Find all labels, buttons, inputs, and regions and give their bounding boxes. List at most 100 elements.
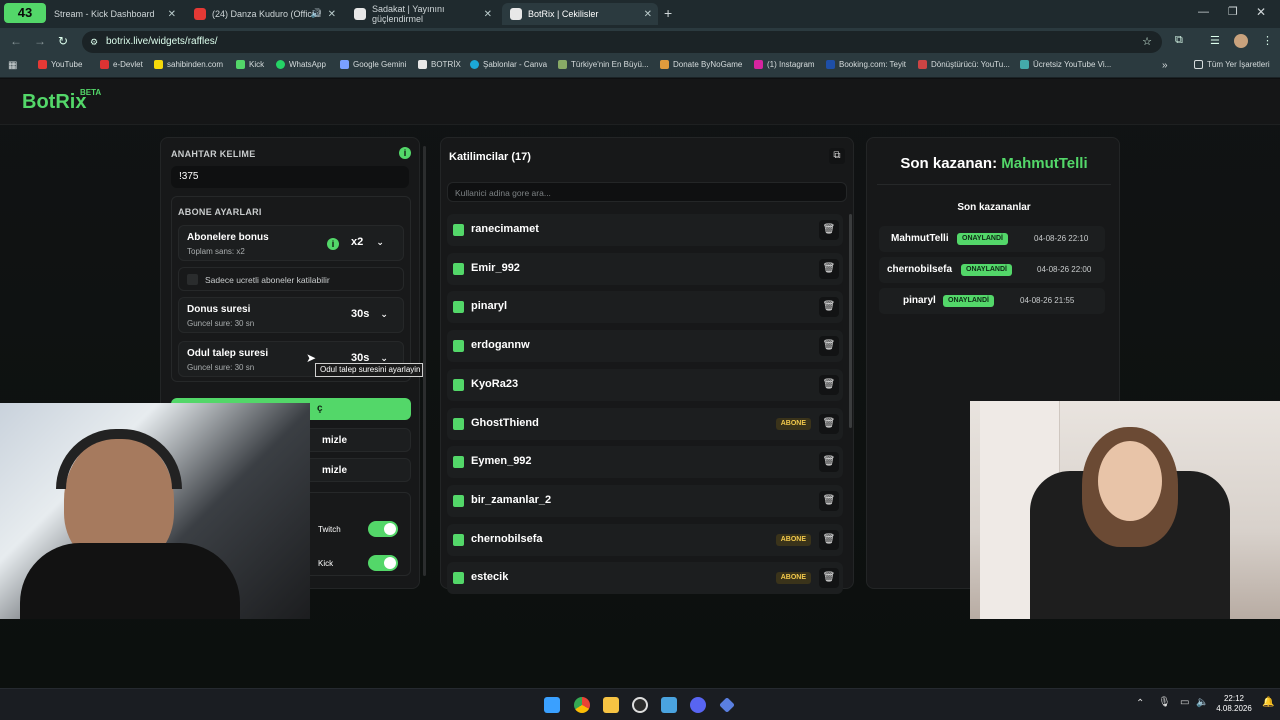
kick-icon [453, 417, 464, 430]
tab-youtube[interactable]: (24) Danza Kuduro (Official 🔊 ✕ [186, 3, 342, 25]
bookmark-whatsapp[interactable]: WhatsApp [276, 60, 326, 69]
botrix-app: BotRix BETA ANAHTAR KELIME i !375 ABONE … [0, 79, 1280, 688]
extensions-icon[interactable]: ⧉ [1175, 34, 1183, 47]
close-window-button[interactable]: ✕ [1256, 5, 1266, 19]
discord-icon[interactable] [690, 697, 706, 713]
webcam-overlay-right [970, 401, 1280, 619]
bookmark-edevlet[interactable]: e-Devlet [100, 60, 143, 69]
claim-time-title: Odul talep suresi [187, 348, 269, 359]
instagram-icon [754, 60, 763, 69]
bookmark-donusturucu[interactable]: Dönüştürücü: YouTu... [918, 60, 1010, 69]
bookmark-sahibinden[interactable]: sahibinden.com [154, 60, 223, 69]
app-icon[interactable] [661, 697, 677, 713]
keyword-input[interactable]: !375 [171, 166, 409, 188]
app-icon[interactable] [719, 697, 735, 713]
windows-start-icon[interactable] [544, 697, 560, 713]
site-info-icon[interactable]: ⚙ [90, 31, 98, 53]
network-icon[interactable]: ▭ [1180, 697, 1189, 708]
bonus-time-select[interactable]: 30s ⌄ [351, 308, 388, 320]
participant-name: ranecimamet [471, 223, 539, 235]
bookmark-youtube[interactable]: YouTube [38, 60, 82, 69]
trash-icon[interactable]: 🗑 [819, 568, 839, 589]
obs-icon[interactable] [632, 697, 648, 713]
close-icon[interactable]: ✕ [644, 9, 652, 20]
botrix-logo[interactable]: BotRix [22, 91, 86, 114]
winner-row: MahmutTelli ONAYLANDİ 04-08-26 22:10 [879, 226, 1105, 252]
microphone-icon[interactable]: 🎙 [1158, 697, 1171, 708]
clock[interactable]: 22:12 4.08.2026 [1214, 694, 1254, 714]
forward-icon[interactable]: → [34, 34, 46, 48]
trash-icon[interactable]: 🗑 [819, 452, 839, 473]
chevron-up-icon[interactable]: ⌃ [1136, 698, 1144, 709]
trash-icon[interactable]: 🗑 [819, 529, 839, 550]
trash-icon[interactable]: 🗑 [819, 336, 839, 357]
last-winner-heading: Son kazanan: MahmutTelli [900, 155, 1088, 172]
bookmark-instagram[interactable]: (1) Instagram [754, 60, 815, 69]
apps-icon[interactable]: ▦ [8, 60, 17, 71]
bookmark-turkiye[interactable]: Türkiye'nin En Büyü... [558, 60, 649, 69]
notification-icon[interactable]: 🔔 [1262, 697, 1274, 708]
bookmark-kick[interactable]: Kick [236, 60, 264, 69]
more-bookmarks-icon[interactable]: » [1162, 60, 1168, 71]
settings-scrollbar[interactable] [423, 146, 426, 576]
maximize-button[interactable]: ❐ [1228, 5, 1238, 18]
bookmark-canva[interactable]: Şablonlar - Canva [470, 60, 547, 69]
tab-botrix-cekilisler[interactable]: BotRix | Cekilisler ✕ [502, 3, 658, 25]
new-tab-button[interactable]: + [664, 5, 672, 21]
participant-name: chernobilsefa [471, 532, 543, 545]
only-paid-row[interactable]: Sadece ucretli aboneler katilabilir [178, 267, 404, 291]
reload-icon[interactable]: ↻ [58, 34, 68, 48]
only-paid-checkbox[interactable] [187, 274, 198, 285]
minimize-button[interactable]: — [1198, 6, 1209, 18]
kick-icon [236, 60, 245, 69]
trash-icon[interactable]: 🗑 [819, 297, 839, 318]
file-explorer-icon[interactable] [603, 697, 619, 713]
tab-kick-dashboard[interactable]: Stream - Kick Dashboard ✕ [46, 3, 182, 25]
bookmark-booking[interactable]: Booking.com: Teyit [826, 60, 906, 69]
trash-icon[interactable]: 🗑 [819, 258, 839, 279]
media-icon[interactable]: ☰ [1210, 34, 1220, 47]
profile-avatar[interactable] [1234, 34, 1248, 48]
trash-icon[interactable]: 🗑 [819, 490, 839, 511]
menu-icon[interactable]: ⋮ [1262, 34, 1273, 47]
bookmark-youtube-video[interactable]: Ücretsiz YouTube Vi... [1020, 60, 1111, 69]
participant-name: estecik [471, 571, 509, 584]
copy-icon[interactable]: ⧉ [829, 148, 845, 164]
claim-time-sub: Guncel sure: 30 sn [187, 363, 255, 372]
twitch-toggle[interactable] [368, 521, 398, 537]
sub-bonus-select[interactable]: x2 ⌄ [351, 236, 384, 248]
url-input[interactable]: ⚙ botrix.live/widgets/raffles/ ☆ [82, 31, 1162, 53]
close-icon[interactable]: ✕ [168, 9, 176, 20]
bookmark-gemini[interactable]: Google Gemini [340, 60, 406, 69]
edevlet-icon [100, 60, 109, 69]
speaker-icon[interactable]: 🔊 [311, 8, 322, 19]
trash-icon[interactable]: 🗑 [819, 413, 839, 434]
claim-time-tooltip: Odul talep suresini ayarlayin [315, 363, 423, 377]
chevron-down-icon: ⌄ [380, 353, 388, 363]
trash-icon[interactable]: 🗑 [819, 374, 839, 395]
botrix-icon [510, 8, 522, 20]
kick-toggle[interactable] [368, 555, 398, 571]
participant-row: GhostThiend ABONE 🗑 [447, 407, 843, 440]
close-icon[interactable]: ✕ [328, 9, 336, 20]
all-bookmarks[interactable]: Tüm Yer İşaretleri [1194, 60, 1270, 69]
participant-search-input[interactable]: Kullanici adina gore ara... [447, 182, 847, 202]
winner-date: 04-08-26 21:55 [1020, 296, 1075, 305]
participants-scrollbar[interactable] [849, 214, 852, 428]
chevron-down-icon: ⌄ [376, 237, 384, 247]
chrome-icon[interactable] [574, 697, 590, 713]
bookmark-botrix[interactable]: BOTRİX [418, 60, 461, 69]
volume-icon[interactable]: 🔈 [1196, 697, 1208, 708]
bookmark-bynogame[interactable]: Donate ByNoGame [660, 60, 742, 69]
address-bar: ← → ↻ ⚙ botrix.live/widgets/raffles/ ☆ ⧉… [0, 28, 1280, 56]
back-icon[interactable]: ← [10, 34, 22, 48]
bookmark-star-icon[interactable]: ☆ [1142, 31, 1152, 53]
tab-sadakat[interactable]: Sadakat | Yayınını güçlendirmel ✕ [346, 3, 498, 25]
info-icon[interactable]: i [399, 147, 411, 159]
close-icon[interactable]: ✕ [484, 9, 492, 20]
info-icon[interactable]: i [327, 238, 339, 250]
windows-taskbar: ⌃ 🎙 ▭ 🔈 22:12 4.08.2026 🔔 [0, 688, 1280, 720]
trash-icon[interactable]: 🗑 [819, 220, 839, 240]
sub-settings-card: ABONE AYARLARI Abonelere bonus Toplam sa… [171, 196, 411, 382]
kick-icon [453, 340, 464, 353]
